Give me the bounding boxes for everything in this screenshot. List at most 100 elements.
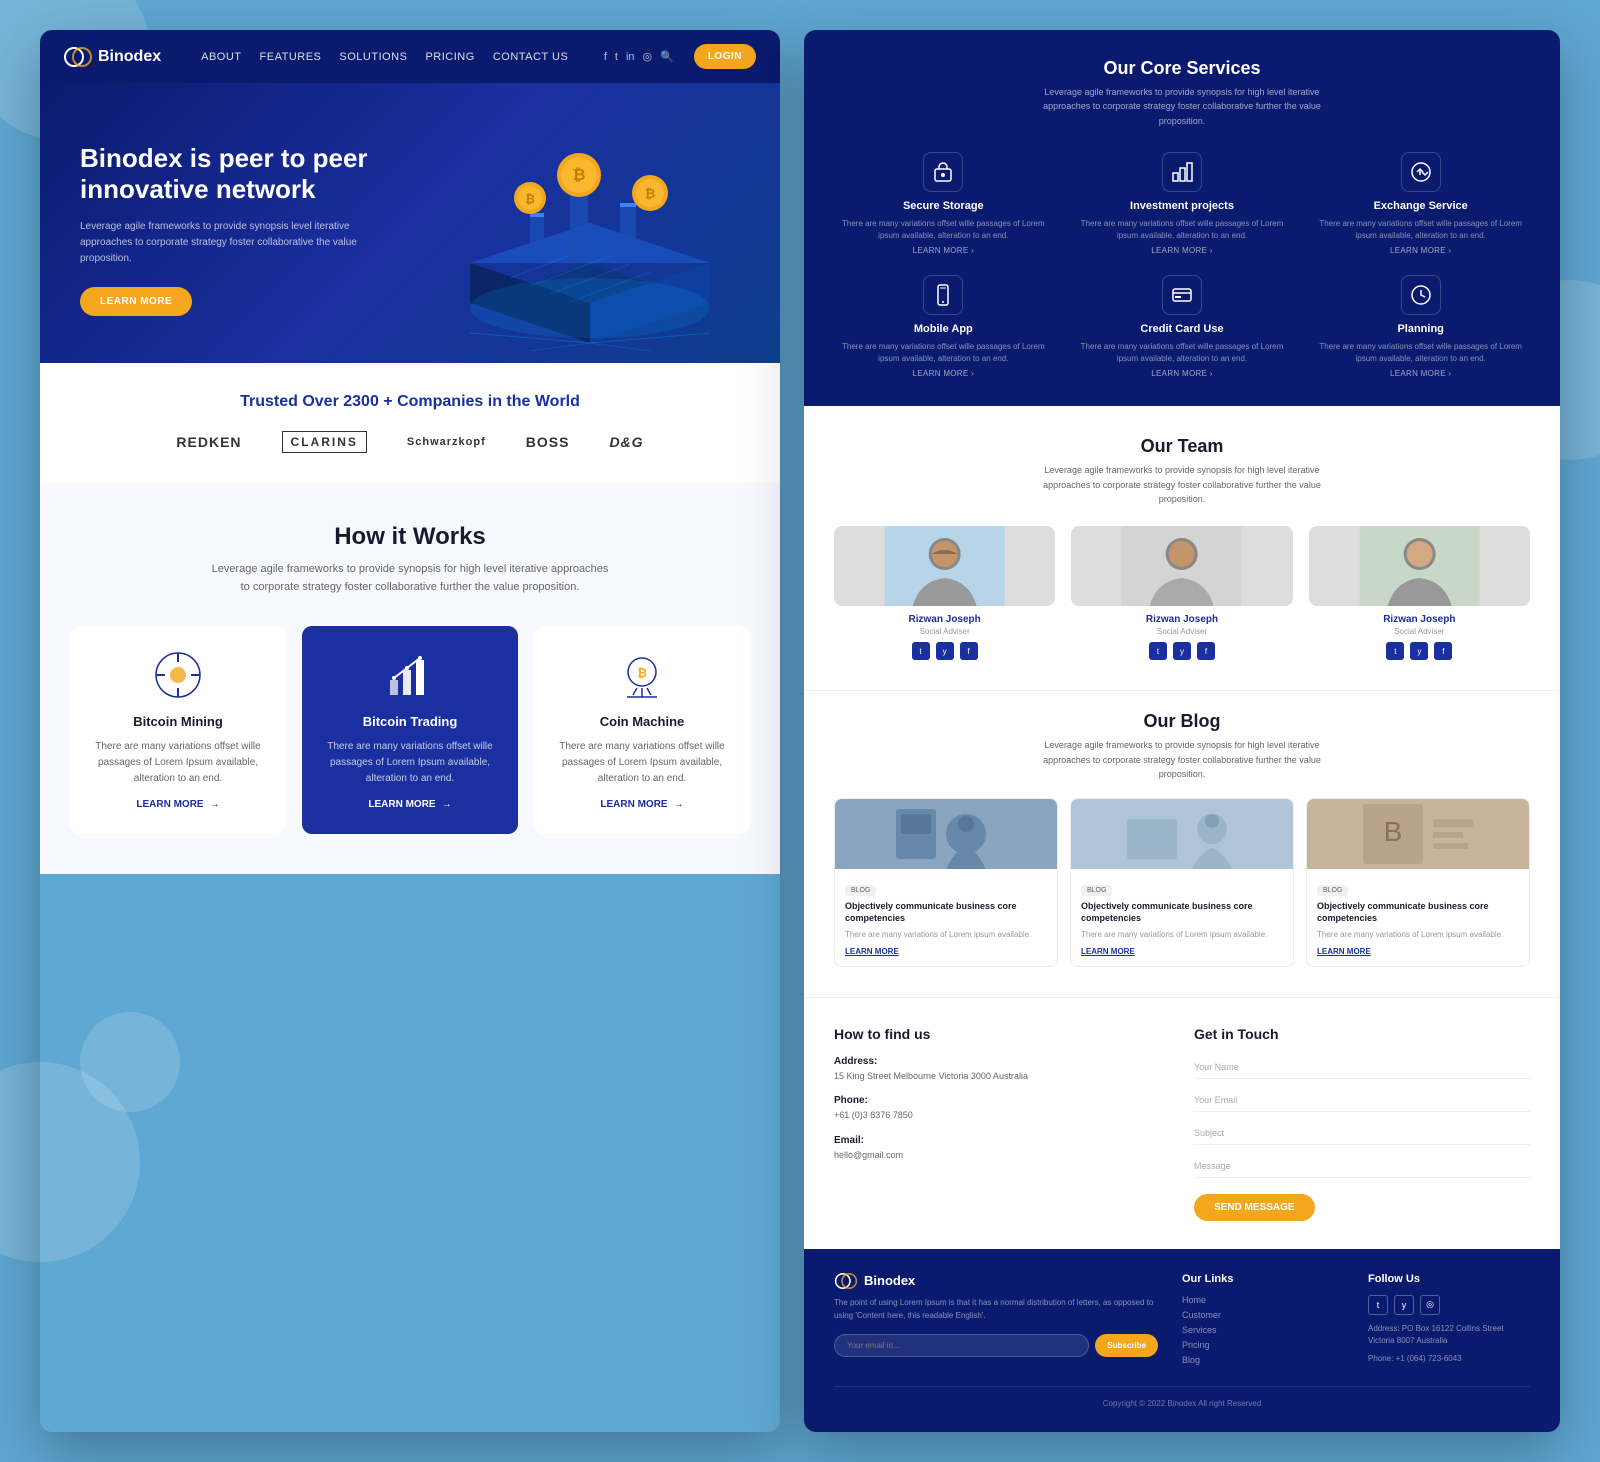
service-6-desc: There are many variations offset wille p…: [1311, 341, 1530, 365]
facebook-icon-3[interactable]: f: [1434, 642, 1452, 660]
blog-post-1-link[interactable]: Learn More: [845, 947, 1047, 956]
blog-post-3-link[interactable]: Learn More: [1317, 947, 1519, 956]
logo-icon: [64, 47, 92, 67]
contact-subject-input[interactable]: [1194, 1122, 1530, 1145]
team-member-1: Rizwan Joseph Social Adviser t y f: [834, 526, 1055, 660]
trading-title: Bitcoin Trading: [318, 714, 502, 729]
works-card-coin: ₿ Coin Machine There are many variations…: [534, 626, 750, 834]
footer-link-pricing[interactable]: Pricing: [1182, 1340, 1344, 1350]
nav-pricing[interactable]: PRICING: [425, 51, 474, 63]
footer-link-customer[interactable]: Customer: [1182, 1310, 1344, 1320]
team-member-3: Rizwan Joseph Social Adviser t y f: [1309, 526, 1530, 660]
service-5-link[interactable]: LEARN MORE ›: [1073, 369, 1292, 378]
youtube-icon[interactable]: y: [936, 642, 954, 660]
service-4-link[interactable]: LEARN MORE ›: [834, 369, 1053, 378]
blog-post-1-title: Objectively communicate business core co…: [845, 900, 1047, 925]
search-icon[interactable]: 🔍: [660, 50, 674, 63]
service-2-link[interactable]: LEARN MORE ›: [1073, 246, 1292, 255]
footer-twitter-icon[interactable]: t: [1368, 1295, 1388, 1315]
blog-title: Our Blog: [834, 711, 1530, 732]
nav-solutions[interactable]: SOLUTIONS: [339, 51, 407, 63]
service-exchange: Exchange Service There are many variatio…: [1311, 152, 1530, 255]
twitter-icon[interactable]: t: [912, 642, 930, 660]
footer-brand: Binodex The point of using Lorem Ipsum i…: [834, 1273, 1158, 1370]
submit-button[interactable]: SEND MESSAGE: [1194, 1194, 1315, 1221]
service-3-link[interactable]: LEARN MORE ›: [1311, 246, 1530, 255]
nav-about[interactable]: ABOUT: [201, 51, 241, 63]
secure-storage-icon: [923, 152, 963, 192]
navbar: Binodex ABOUT FEATURES SOLUTIONS PRICING…: [40, 30, 780, 83]
right-website-panel: Our Core Services Leverage agile framewo…: [804, 30, 1560, 1432]
service-5-desc: There are many variations offset wille p…: [1073, 341, 1292, 365]
arrow-right-icon-2: →: [442, 799, 452, 810]
contact-name-input[interactable]: [1194, 1056, 1530, 1079]
login-button[interactable]: LOGIN: [694, 44, 756, 69]
footer-follow-col: Follow Us t y ◎ Address: PO Box 16122 Co…: [1368, 1273, 1530, 1370]
footer-links-col: Our Links Home Customer Services Pricing…: [1182, 1273, 1344, 1370]
logo: Binodex: [64, 47, 161, 67]
team-title: Our Team: [834, 436, 1530, 457]
contact-email-input[interactable]: [1194, 1089, 1530, 1112]
footer-copyright: Copyright © 2022 Binodex All right Reser…: [834, 1386, 1530, 1408]
service-credit: Credit Card Use There are many variation…: [1073, 275, 1292, 378]
trading-icon: [385, 650, 435, 700]
copyright-text: Copyright © 2022 Binodex All right Reser…: [1103, 1399, 1261, 1408]
twitter-icon-2[interactable]: t: [1149, 642, 1167, 660]
hero-section: Binodex is peer to peer innovative netwo…: [40, 83, 780, 363]
brand-logos: REDKEN CLARINS Schwarzkopf BOSS D&G: [80, 431, 740, 453]
contact-section: How to find us Address: 15 King Street M…: [804, 997, 1560, 1249]
hero-cta-button[interactable]: LEARN MORE: [80, 287, 192, 316]
service-6-link[interactable]: LEARN MORE ›: [1311, 369, 1530, 378]
brand-boss: BOSS: [526, 434, 570, 450]
blog-post-2-link[interactable]: Learn More: [1081, 947, 1283, 956]
twitter-icon-3[interactable]: t: [1386, 642, 1404, 660]
trading-learn-more[interactable]: LEARN MORE →: [318, 799, 502, 810]
get-in-touch-title: Get in Touch: [1194, 1026, 1530, 1042]
service-1-title: Secure Storage: [834, 200, 1053, 212]
team-subtitle: Leverage agile frameworks to provide syn…: [1042, 463, 1322, 506]
brand-redken: REDKEN: [176, 434, 241, 450]
coin-learn-more[interactable]: LEARN MORE →: [550, 799, 734, 810]
linkedin-icon: in: [626, 51, 635, 63]
service-3-desc: There are many variations offset wille p…: [1311, 218, 1530, 242]
facebook-icon[interactable]: f: [960, 642, 978, 660]
coin-desc: There are many variations offset wille p…: [550, 739, 734, 787]
find-us-title: How to find us: [834, 1026, 1170, 1042]
mining-learn-more[interactable]: LEARN MORE →: [86, 799, 270, 810]
footer-link-home[interactable]: Home: [1182, 1295, 1344, 1305]
team-photo-2: [1071, 526, 1292, 606]
footer-description: The point of using Lorem Ipsum is that i…: [834, 1297, 1158, 1323]
blog-content-3: BLOG Objectively communicate business co…: [1307, 869, 1529, 966]
works-cards-container: Bitcoin Mining There are many variations…: [70, 626, 750, 834]
trading-desc: There are many variations offset wille p…: [318, 739, 502, 787]
service-mobile: Mobile App There are many variations off…: [834, 275, 1053, 378]
blog-image-1: [835, 799, 1057, 869]
footer-link-services[interactable]: Services: [1182, 1325, 1344, 1335]
blog-tag-2: BLOG: [1081, 885, 1112, 896]
blog-post-2: BLOG Objectively communicate business co…: [1070, 798, 1294, 967]
brand-clarins: CLARINS: [282, 431, 367, 453]
member-1-name: Rizwan Joseph: [834, 614, 1055, 625]
nav-contact[interactable]: CONTACT US: [493, 51, 569, 63]
contact-message-input[interactable]: [1194, 1155, 1530, 1178]
footer-email-form: Subscribe: [834, 1334, 1158, 1357]
footer-link-blog[interactable]: Blog: [1182, 1355, 1344, 1365]
facebook-icon-2[interactable]: f: [1197, 642, 1215, 660]
footer-instagram-icon[interactable]: ◎: [1420, 1295, 1440, 1315]
trusted-section: Trusted Over 2300 + Companies in the Wor…: [40, 363, 780, 483]
footer-youtube-icon[interactable]: y: [1394, 1295, 1414, 1315]
service-1-link[interactable]: LEARN MORE ›: [834, 246, 1053, 255]
coin-title: Coin Machine: [550, 714, 734, 729]
youtube-icon-2[interactable]: y: [1173, 642, 1191, 660]
youtube-icon-3[interactable]: y: [1410, 642, 1428, 660]
footer-email-input[interactable]: [834, 1334, 1089, 1357]
investment-icon: [1162, 152, 1202, 192]
services-grid: Secure Storage There are many variations…: [834, 152, 1530, 378]
footer-subscribe-button[interactable]: Subscribe: [1095, 1334, 1158, 1357]
social-nav-icons: f t in ◎ 🔍: [604, 50, 674, 63]
svg-text:₿: ₿: [525, 192, 535, 206]
phone-label: Phone:: [834, 1095, 1170, 1106]
works-card-trading: Bitcoin Trading There are many variation…: [302, 626, 518, 834]
phone-value: +61 (0)3 8376 7850: [834, 1109, 1170, 1123]
nav-features[interactable]: FEATURES: [260, 51, 322, 63]
